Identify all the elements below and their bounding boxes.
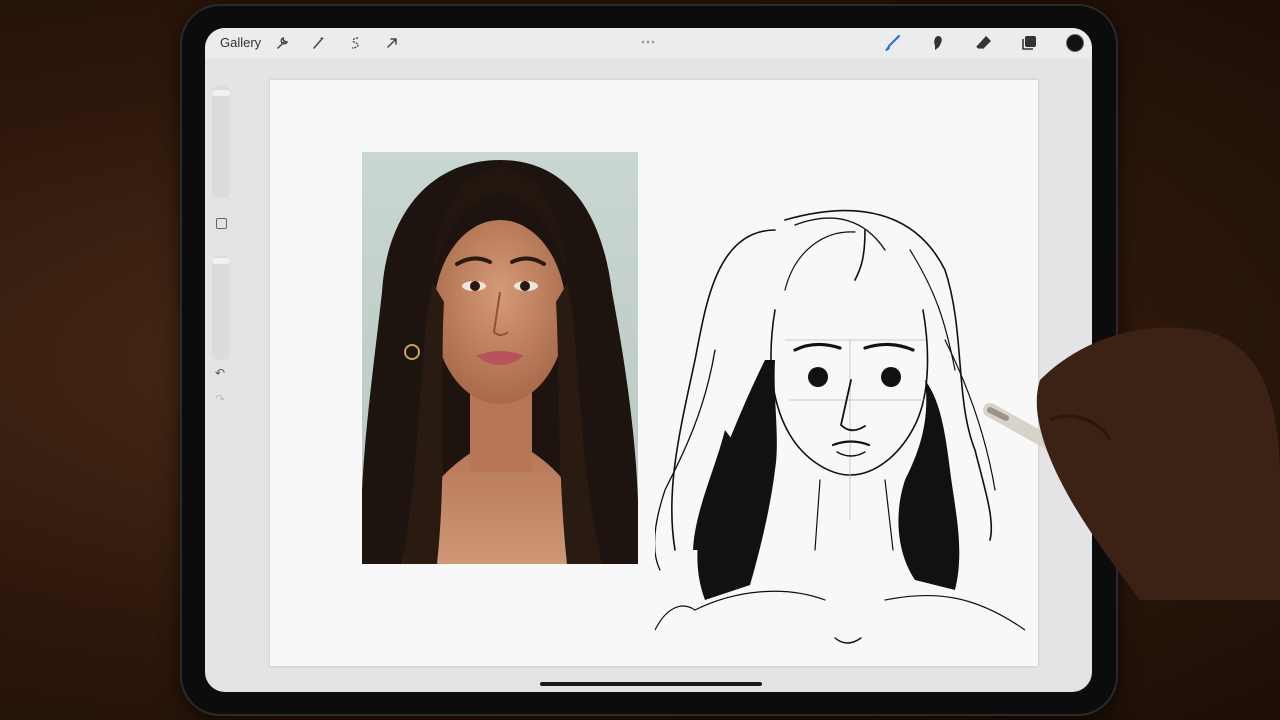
drawing-canvas[interactable] bbox=[270, 80, 1038, 666]
brush-size-thumb[interactable] bbox=[212, 90, 230, 96]
left-sidebar: ↶ ↷ bbox=[208, 86, 234, 416]
magic-wand-icon[interactable] bbox=[309, 34, 327, 52]
hand-with-stylus bbox=[960, 300, 1280, 605]
color-picker-swatch[interactable] bbox=[1066, 34, 1084, 52]
gallery-button[interactable]: Gallery bbox=[220, 35, 261, 50]
opacity-thumb[interactable] bbox=[212, 258, 230, 264]
procreate-screen: Gallery ↶ ↷ bbox=[205, 28, 1092, 692]
wrench-icon[interactable] bbox=[273, 34, 291, 52]
undo-icon[interactable]: ↶ bbox=[215, 366, 225, 380]
reference-photo bbox=[362, 152, 638, 564]
toolbar-grabber-icon[interactable] bbox=[641, 32, 655, 50]
brush-size-slider[interactable] bbox=[212, 86, 230, 198]
layers-icon[interactable] bbox=[1020, 34, 1038, 52]
home-indicator bbox=[540, 682, 762, 686]
modify-button[interactable] bbox=[216, 218, 227, 229]
opacity-slider[interactable] bbox=[212, 256, 230, 360]
smudge-icon[interactable] bbox=[929, 34, 947, 52]
redo-icon[interactable]: ↷ bbox=[215, 392, 225, 406]
eraser-icon[interactable] bbox=[975, 34, 993, 52]
top-toolbar: Gallery bbox=[205, 28, 1092, 58]
brush-icon[interactable] bbox=[884, 34, 902, 52]
transform-arrow-icon[interactable] bbox=[383, 34, 401, 52]
selection-icon[interactable] bbox=[346, 34, 364, 52]
